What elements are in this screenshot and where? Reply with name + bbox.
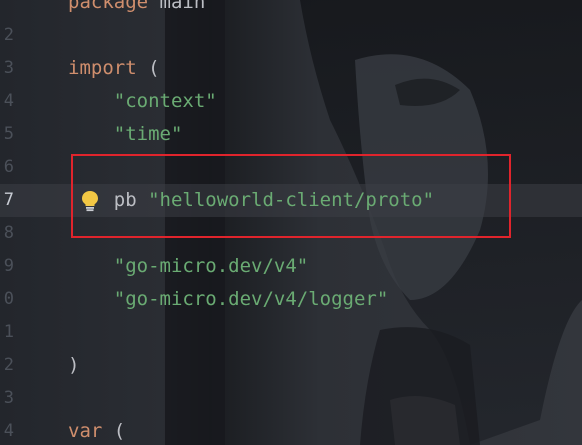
code-line[interactable]: 9 "go-micro.dev/v4" [0, 250, 582, 283]
line-number: 3 [3, 388, 14, 408]
code-editor[interactable]: package main 2 3 import (4 "context" 5 "time… [0, 0, 582, 445]
line-number: 2 [3, 25, 14, 45]
string-token: "time" [68, 123, 183, 145]
highlight-rectangle [71, 154, 511, 238]
line-number: 4 [3, 91, 14, 111]
code-text[interactable]: ) [68, 349, 79, 382]
code-line[interactable]: package main [0, 0, 582, 19]
code-line[interactable]: 2 [0, 19, 582, 52]
keyword-token: import [68, 57, 149, 79]
code-line[interactable]: 3 import ( [0, 52, 582, 85]
code-line[interactable]: 4 var ( [0, 415, 582, 445]
text-token: ( [113, 420, 126, 442]
line-number: 2 [3, 355, 14, 375]
code-text[interactable]: import ( [68, 52, 160, 85]
line-number: 4 [3, 421, 14, 441]
line-number: 6 [3, 157, 14, 177]
line-number: 0 [3, 289, 14, 309]
string-token: "go-micro.dev/v4/logger" [68, 288, 389, 310]
code-line[interactable]: 4 "context" [0, 85, 582, 118]
code-text[interactable]: "go-micro.dev/v4" [68, 250, 308, 283]
text-token: ( [148, 57, 160, 79]
code-text[interactable]: "go-micro.dev/v4/logger" [68, 283, 389, 316]
keyword-token: package [68, 0, 160, 13]
line-number: 8 [3, 223, 14, 243]
code-text[interactable]: package main [68, 0, 205, 19]
code-line[interactable]: 0 "go-micro.dev/v4/logger" [0, 283, 582, 316]
code-line[interactable]: 1 [0, 316, 582, 349]
string-token: "context" [68, 90, 217, 112]
line-number: 7 [3, 190, 14, 210]
text-token: ) [68, 354, 80, 376]
line-number: 9 [3, 256, 14, 276]
code-line[interactable]: 2) [0, 349, 582, 382]
code-line[interactable]: 3 [0, 382, 582, 415]
code-line[interactable]: 5 "time" [0, 118, 582, 151]
line-number: 5 [3, 124, 14, 144]
code-text[interactable]: "context" [68, 85, 217, 118]
line-number: 1 [3, 322, 14, 342]
code-text[interactable]: "time" [68, 118, 183, 151]
text-token: main [159, 0, 206, 13]
code-text[interactable]: var ( [68, 415, 125, 445]
string-token: "go-micro.dev/v4" [68, 255, 309, 277]
keyword-token: var [68, 420, 114, 442]
line-number: 3 [3, 58, 14, 78]
